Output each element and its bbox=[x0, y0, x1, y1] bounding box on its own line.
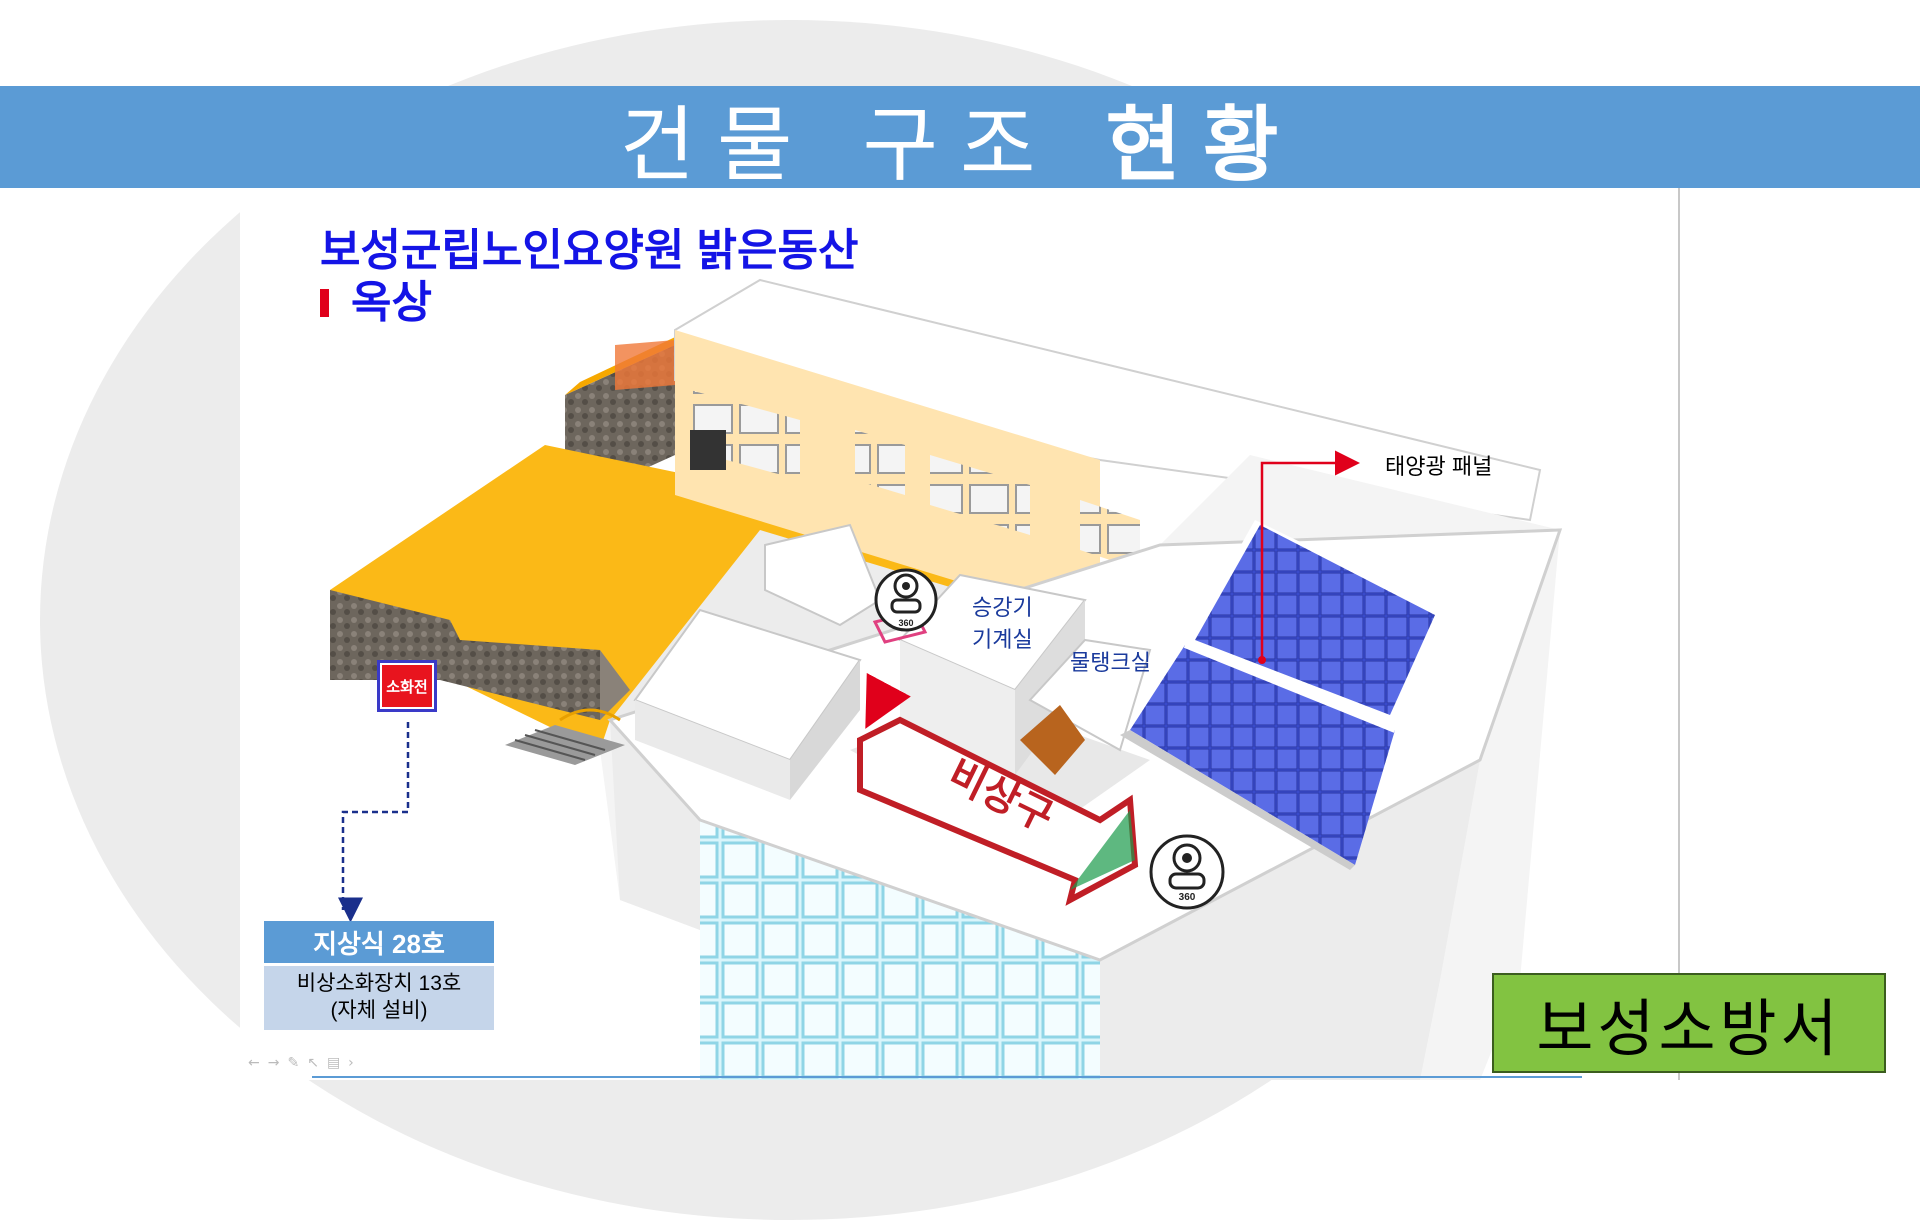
camera-badge-text: 360 bbox=[1179, 892, 1196, 903]
floor-marker bbox=[320, 289, 329, 317]
hydrant-info-header: 지상식 28호 bbox=[264, 921, 494, 963]
camera-badge-text: 360 bbox=[898, 618, 913, 628]
floor-name: 옥상 bbox=[351, 278, 432, 327]
prev-arrow-icon[interactable]: ← bbox=[248, 1055, 268, 1071]
more-icon[interactable]: › bbox=[348, 1055, 362, 1071]
solar-panel-label: 태양광 패널 bbox=[1385, 454, 1493, 479]
hydrant-info-box: 지상식 28호 비상소화장치 13호 (자체 설비) bbox=[264, 921, 494, 1030]
next-arrow-icon[interactable]: → bbox=[268, 1055, 288, 1071]
elevator-room-label-line1: 승강기 bbox=[972, 595, 1033, 620]
water-tank-label: 물탱크실 bbox=[1070, 650, 1151, 675]
elevator-room-label-line2: 기계실 bbox=[972, 627, 1033, 652]
hydrant-info-line2: (자체 설비) bbox=[330, 999, 428, 1022]
camera-360-icon: 360 bbox=[874, 568, 938, 632]
hydrant-connector bbox=[338, 722, 410, 923]
bottom-rule bbox=[312, 1076, 1582, 1078]
hydrant-marker: 소화전 bbox=[377, 660, 437, 712]
fire-station-label: 보성소방서 bbox=[1492, 973, 1886, 1073]
solar-pointer-dot bbox=[1258, 656, 1266, 664]
hydrant-info-body: 비상소화장치 13호 (자체 설비) bbox=[264, 966, 494, 1030]
elevator-room-label: 승강기 기계실 bbox=[972, 590, 1033, 654]
pen-icon[interactable]: ✎ bbox=[287, 1055, 307, 1071]
pointer-icon[interactable]: ↖ bbox=[307, 1055, 327, 1071]
facility-name: 보성군립노인요양원 밝은동산 bbox=[320, 226, 859, 275]
slides-icon[interactable]: ▤ bbox=[327, 1055, 348, 1071]
building-diagram: 비상구 360 360 bbox=[330, 278, 1563, 1080]
slide-nav-controls[interactable]: ←→✎↖▤› bbox=[248, 1055, 362, 1071]
hydrant-info-line1: 비상소화장치 13호 bbox=[296, 972, 462, 995]
camera-360-icon: 360 bbox=[1149, 834, 1225, 910]
floor-title: 옥상 bbox=[320, 278, 432, 328]
